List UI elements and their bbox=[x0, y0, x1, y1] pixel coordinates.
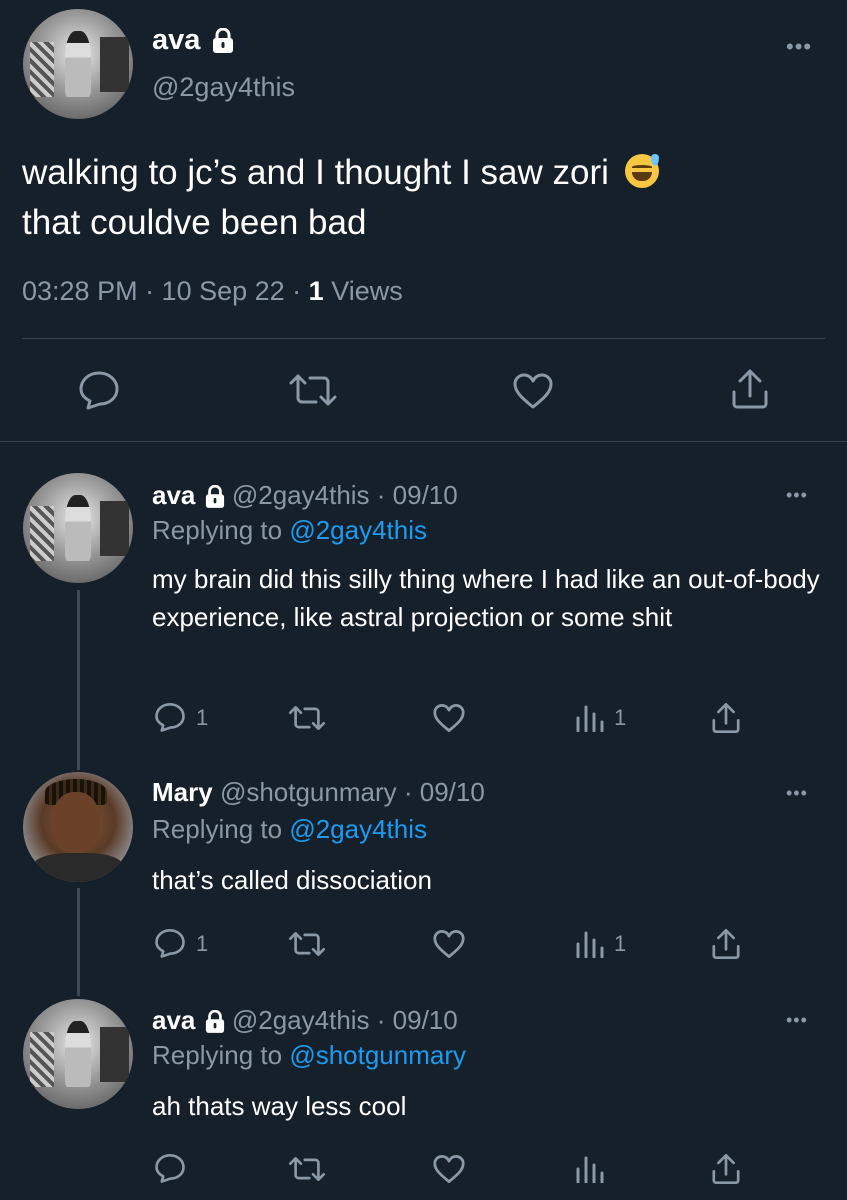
author-name[interactable]: ava bbox=[152, 24, 200, 56]
reply-text: ah thats way less cool bbox=[152, 1091, 407, 1121]
reply-header: ava @2gay4this · 09/10 bbox=[152, 480, 458, 511]
reply-icon[interactable] bbox=[78, 370, 120, 415]
views-icon[interactable] bbox=[575, 1155, 605, 1188]
more-options-icon[interactable]: ••• bbox=[786, 36, 812, 58]
reply-date[interactable]: · 09/10 bbox=[370, 1005, 458, 1035]
replying-to-label: Replying to bbox=[152, 1040, 290, 1070]
more-options-icon[interactable]: ••• bbox=[786, 784, 808, 802]
replying-to-link[interactable]: @2gay4this bbox=[289, 515, 427, 545]
replying-to-link[interactable]: @shotgunmary bbox=[289, 1040, 466, 1070]
author-handle[interactable]: @2gay4this bbox=[232, 480, 370, 510]
retweet-icon[interactable] bbox=[288, 930, 326, 963]
reply-date[interactable]: · 09/10 bbox=[397, 777, 485, 807]
avatar[interactable] bbox=[23, 999, 133, 1109]
avatar[interactable] bbox=[23, 9, 133, 119]
tweet-text-line2: that couldve been bad bbox=[22, 203, 367, 242]
avatar[interactable] bbox=[23, 772, 133, 882]
lock-icon bbox=[205, 484, 225, 509]
author-handle[interactable]: @2gay4this bbox=[232, 1005, 370, 1035]
reply-count: 1 bbox=[196, 705, 209, 730]
views-icon[interactable] bbox=[575, 704, 605, 737]
view-count: 1 bbox=[614, 705, 627, 730]
like-icon[interactable] bbox=[432, 1154, 466, 1189]
replying-to-label: Replying to bbox=[152, 814, 290, 844]
reply-icon[interactable] bbox=[154, 928, 186, 963]
reply-header: ava @2gay4this · 09/10 bbox=[152, 1005, 458, 1036]
replying-to: Replying to @2gay4this bbox=[152, 814, 427, 845]
replying-to: Replying to @shotgunmary bbox=[152, 1040, 466, 1071]
tweet-text: walking to jc’s and I thought I saw zori… bbox=[22, 148, 822, 248]
share-icon[interactable] bbox=[710, 702, 742, 739]
divider bbox=[0, 441, 847, 442]
like-icon[interactable] bbox=[432, 703, 466, 738]
more-options-icon[interactable]: ••• bbox=[786, 1011, 808, 1029]
author-name[interactable]: Mary bbox=[152, 777, 213, 807]
retweet-icon[interactable] bbox=[288, 372, 338, 413]
reply-text: that’s called dissociation bbox=[152, 865, 432, 895]
thread-line bbox=[77, 590, 80, 770]
reply-count: 1 bbox=[196, 931, 209, 956]
share-icon[interactable] bbox=[710, 928, 742, 965]
replying-to-label: Replying to bbox=[152, 515, 290, 545]
tweet-timestamp[interactable]: 03:28 PM · 10 Sep 22 · bbox=[22, 276, 309, 306]
tweet-text-line1: walking to jc’s and I thought I saw zori bbox=[22, 153, 609, 192]
views-label: Views bbox=[323, 276, 403, 306]
retweet-icon[interactable] bbox=[288, 1155, 326, 1188]
reply-date[interactable]: · 09/10 bbox=[370, 480, 458, 510]
lock-icon bbox=[205, 1009, 225, 1034]
share-icon[interactable] bbox=[710, 1153, 742, 1190]
retweet-icon[interactable] bbox=[288, 704, 326, 737]
views-icon[interactable] bbox=[575, 930, 605, 963]
author-name[interactable]: ava bbox=[152, 480, 195, 510]
more-options-icon[interactable]: ••• bbox=[786, 486, 808, 504]
reply-icon[interactable] bbox=[154, 702, 186, 737]
reply-icon[interactable] bbox=[154, 1153, 186, 1188]
reply-header: Mary @shotgunmary · 09/10 bbox=[152, 777, 485, 808]
share-icon[interactable] bbox=[730, 368, 770, 415]
reply-text: my brain did this silly thing where I ha… bbox=[152, 564, 820, 632]
author-name[interactable]: ava bbox=[152, 1005, 195, 1035]
views-count: 1 bbox=[308, 276, 324, 306]
view-count: 1 bbox=[614, 931, 627, 956]
thread-line bbox=[77, 888, 80, 996]
tweet-meta: 03:28 PM · 10 Sep 22 · 1 Views bbox=[22, 276, 403, 307]
replying-to-link[interactable]: @2gay4this bbox=[289, 814, 427, 844]
author-handle[interactable]: @2gay4this bbox=[152, 72, 295, 103]
author-name-row: ava bbox=[152, 24, 234, 56]
like-icon[interactable] bbox=[432, 929, 466, 964]
replying-to: Replying to @2gay4this bbox=[152, 515, 427, 546]
like-icon[interactable] bbox=[512, 372, 554, 415]
sweat-smile-emoji-icon bbox=[624, 154, 659, 188]
author-handle[interactable]: @shotgunmary bbox=[220, 777, 397, 807]
divider bbox=[22, 338, 825, 339]
lock-icon bbox=[212, 27, 234, 54]
avatar[interactable] bbox=[23, 473, 133, 583]
